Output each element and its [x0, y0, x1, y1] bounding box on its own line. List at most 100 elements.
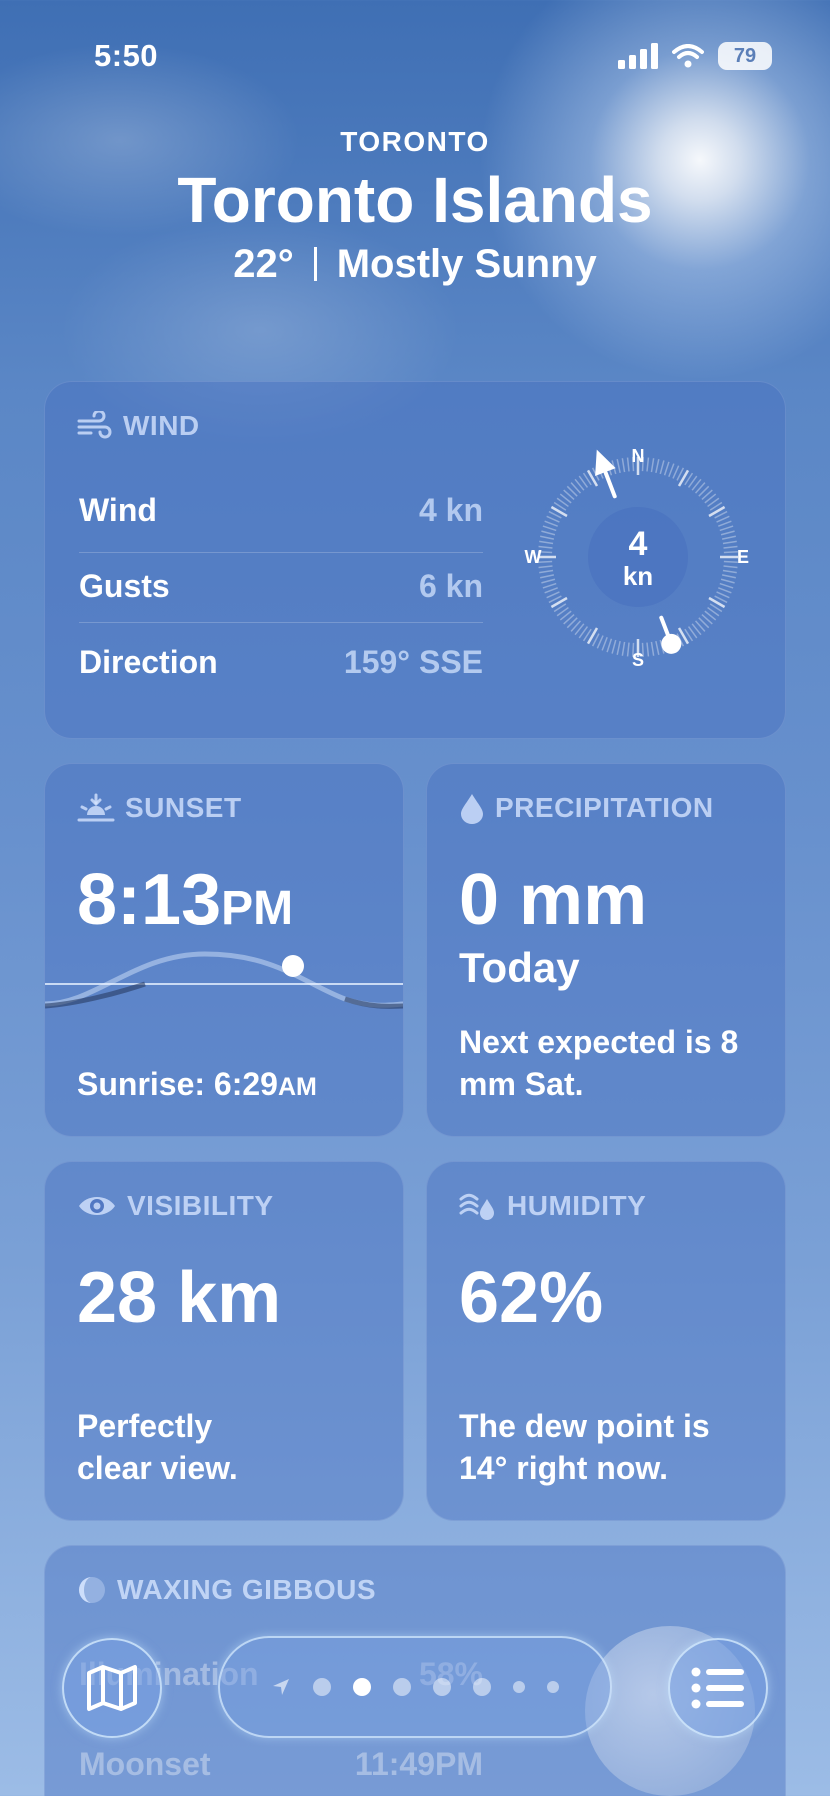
raindrop-icon	[461, 794, 483, 824]
compass-tick	[723, 551, 738, 554]
compass-tick	[650, 458, 655, 473]
compass-tick	[626, 642, 630, 657]
compass-tick	[611, 639, 617, 654]
wind-label: Wind	[79, 492, 157, 528]
compass-tick	[718, 587, 732, 594]
sunset-time-value: 8:13	[77, 860, 222, 940]
compass-tick	[646, 457, 650, 472]
wind-title-label: WIND	[123, 410, 200, 441]
visibility-card[interactable]: VISIBILITY 28 km Perfectly clear view.	[44, 1161, 404, 1521]
compass-south: S	[632, 650, 644, 670]
compass-tick	[720, 578, 735, 584]
sunset-ampm: PM	[221, 882, 294, 935]
humidity-card[interactable]: HUMIDITY 62% The dew point is 14° right …	[426, 1161, 786, 1521]
sunset-icon	[77, 793, 115, 822]
humidity-icon	[459, 1193, 494, 1220]
humidity-title-label: HUMIDITY	[507, 1190, 647, 1221]
visibility-title-label: VISIBILITY	[127, 1190, 274, 1221]
sunset-time: 8:13PM	[77, 864, 293, 936]
precipitation-amount: 0 mm	[459, 860, 648, 940]
gusts-value: 6 kn	[418, 568, 483, 604]
compass-tick	[546, 591, 560, 599]
direction-value: 159° SSE	[343, 644, 483, 680]
compass-tick	[668, 463, 675, 477]
visibility-value: 28 km	[77, 1258, 282, 1338]
compass-tick	[655, 459, 660, 474]
location-arrow-icon[interactable]	[271, 1677, 291, 1697]
compass-tick	[672, 465, 680, 479]
compass-tick	[720, 530, 735, 536]
precipitation-card[interactable]: PRECIPITATION 0 mm Today Next expected i…	[426, 763, 786, 1137]
compass-tick	[616, 459, 621, 474]
sunset-card[interactable]: SUNSET 8:13PM Sunrise: 6:29AM	[44, 763, 404, 1137]
compass-tick	[655, 640, 660, 655]
compass-tick	[719, 582, 734, 589]
moonset-label: Moonset	[79, 1746, 211, 1782]
compass-tick	[716, 591, 730, 599]
sunset-card-title: SUNSET	[77, 792, 242, 824]
compass-tick	[544, 587, 558, 594]
compass-tick	[539, 540, 554, 545]
humidity-value: 62%	[459, 1258, 604, 1338]
cellular-signal-icon	[618, 43, 658, 69]
location-header: TORONTO Toronto Islands 22° Mostly Sunny	[0, 126, 830, 287]
compass-speed: 4	[629, 525, 648, 563]
compass-west: W	[525, 547, 542, 567]
wind-compass: N E S W 4 kn	[525, 446, 750, 670]
compass-tick	[546, 515, 560, 523]
sunrise-ampm: AM	[277, 1073, 317, 1101]
compass-tick	[542, 525, 557, 532]
compass-tick	[723, 560, 738, 563]
region-name: TORONTO	[340, 126, 490, 157]
compass-east: E	[737, 547, 749, 567]
page-dot[interactable]	[313, 1678, 331, 1696]
page-indicator[interactable]	[218, 1636, 612, 1738]
location-name: Toronto Islands	[177, 164, 653, 236]
wind-row-gusts: Gusts 6 kn	[79, 568, 483, 605]
page-dot[interactable]	[433, 1678, 451, 1696]
compass-tick	[544, 520, 558, 527]
map-icon	[87, 1665, 137, 1711]
precipitation-note: Next expected is 8 mm Sat.	[459, 1024, 739, 1102]
compass-tick	[722, 569, 737, 574]
compass-tick	[718, 520, 732, 527]
divider	[79, 552, 483, 553]
page-dot[interactable]	[353, 1678, 371, 1696]
sunrise-label: Sunrise: 6:29	[77, 1066, 278, 1102]
wind-icon	[77, 411, 112, 439]
compass-tick	[542, 582, 557, 589]
divider	[313, 247, 317, 281]
sunset-title-label: SUNSET	[125, 792, 242, 823]
compass-unit: kn	[623, 561, 653, 591]
direction-label: Direction	[79, 644, 218, 680]
divider	[79, 622, 483, 623]
list-button[interactable]	[668, 1638, 768, 1738]
page-dot[interactable]	[473, 1678, 491, 1696]
precipitation-period: Today	[459, 944, 580, 991]
compass-tick	[659, 460, 665, 475]
compass-tick	[719, 525, 734, 532]
map-button[interactable]	[62, 1638, 162, 1738]
condition-text: Mostly Sunny	[336, 242, 597, 286]
compass-tick	[621, 458, 626, 473]
sunrise-text: Sunrise: 6:29AM	[77, 1064, 379, 1106]
page-dot[interactable]	[513, 1681, 525, 1693]
list-icon	[691, 1667, 744, 1709]
status-icons: 79	[618, 42, 772, 70]
compass-tick	[601, 637, 608, 651]
moonset-value: 11:49PM	[354, 1746, 483, 1782]
compass-tick	[722, 540, 737, 545]
status-time: 5:50	[94, 38, 159, 73]
gusts-label: Gusts	[79, 568, 170, 604]
wind-row-wind: Wind 4 kn	[79, 492, 483, 529]
compass-tick	[716, 515, 730, 523]
compass-north: N	[632, 446, 645, 466]
page-dot[interactable]	[393, 1678, 411, 1696]
wind-card[interactable]: WIND Wind 4 kn Gusts 6 kn Direction 159°…	[44, 381, 786, 739]
compass-tick	[541, 578, 556, 584]
compass-tick	[650, 641, 655, 656]
moon-row-moonset: Moonset 11:49PM	[79, 1746, 483, 1783]
page-dot[interactable]	[547, 1681, 559, 1693]
wind-row-direction: Direction 159° SSE	[79, 644, 483, 681]
page-dots	[313, 1678, 559, 1696]
